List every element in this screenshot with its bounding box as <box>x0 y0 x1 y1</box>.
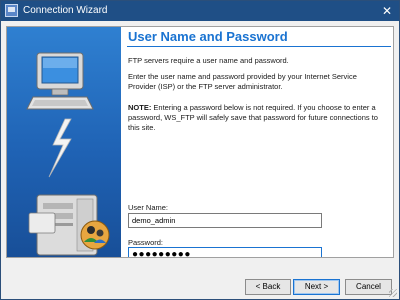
wizard-content: User Name and Password FTP servers requi… <box>121 27 393 257</box>
note-label: NOTE: <box>128 103 152 112</box>
back-button[interactable]: < Back <box>245 279 291 295</box>
close-icon[interactable]: ✕ <box>379 3 395 19</box>
password-label: Password: <box>128 238 164 247</box>
password-field[interactable]: ●●●●●●●●● <box>128 247 322 257</box>
title-divider <box>127 46 391 47</box>
username-label: User Name: <box>128 203 169 212</box>
wizard-body: User Name and Password FTP servers requi… <box>6 26 394 258</box>
window-title: Connection Wizard <box>23 5 108 16</box>
next-button[interactable]: Next > <box>293 279 340 295</box>
wizard-app-icon <box>5 4 18 17</box>
page-title: User Name and Password <box>128 29 288 44</box>
side-illustration-panel <box>7 27 121 257</box>
title-bar: Connection Wizard ✕ <box>1 1 399 21</box>
users-icon <box>80 220 110 250</box>
note-text: NOTE: Entering a password below is not r… <box>128 103 386 133</box>
resize-grip[interactable] <box>389 289 397 297</box>
computer-icon <box>26 52 94 110</box>
connection-wizard-window: Connection Wizard ✕ User Name and Passwo… <box>0 0 400 300</box>
lightning-bolt-icon <box>48 118 72 178</box>
note-body: Entering a password below is not require… <box>128 103 378 132</box>
side-illustration <box>26 52 110 256</box>
username-field[interactable]: demo_admin <box>128 213 322 228</box>
cancel-button[interactable]: Cancel <box>345 279 392 295</box>
intro-text: FTP servers require a user name and pass… <box>128 56 289 65</box>
instructions-text: Enter the user name and password provide… <box>128 72 357 91</box>
